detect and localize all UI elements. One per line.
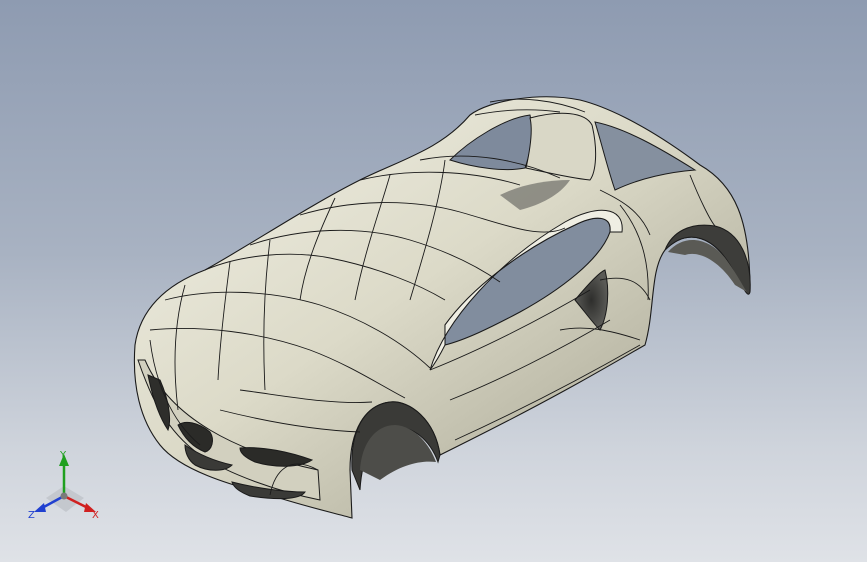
triad-origin <box>60 492 68 500</box>
graphics-viewport[interactable]: Y X Z <box>0 0 867 562</box>
y-axis-label: Y <box>59 450 67 461</box>
coordinate-triad: Y X Z <box>28 450 99 521</box>
car-body-model[interactable] <box>0 0 867 562</box>
z-axis-arrow <box>34 503 46 512</box>
z-axis-label: Z <box>28 510 35 521</box>
x-axis-label: X <box>92 510 99 521</box>
rear-interior-panel <box>525 112 597 181</box>
